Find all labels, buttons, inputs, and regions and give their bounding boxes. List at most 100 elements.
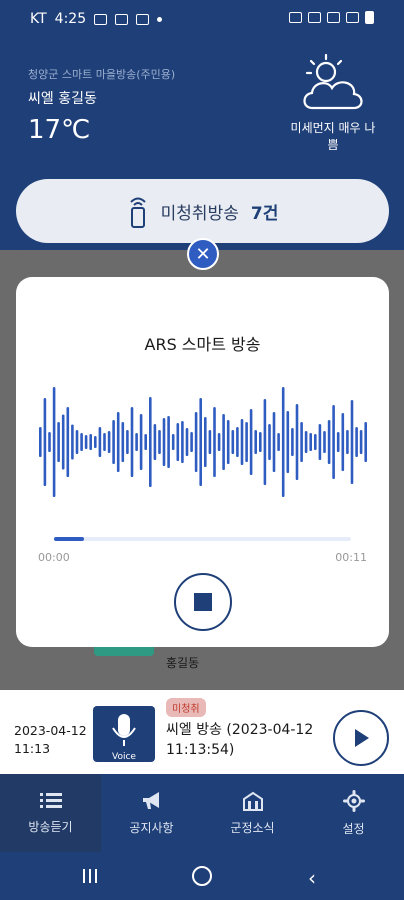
waveform-bar xyxy=(190,432,193,452)
waveform-bar xyxy=(162,418,166,466)
building-icon xyxy=(242,791,263,811)
waveform-bar xyxy=(208,430,212,454)
list-item-date: 2023-04-12 xyxy=(14,723,87,738)
village-name: 청양군 스마트 마을방송(주민용) xyxy=(28,68,176,81)
user-location: 씨엘 홍길동 xyxy=(28,91,97,107)
waveform-bar xyxy=(130,407,134,477)
unheard-broadcasts-button[interactable]: 미청취방송 7건 xyxy=(16,179,389,243)
recent-apps-icon[interactable] xyxy=(80,866,100,886)
list-item-title: 씨엘 방송 (2023-04-12 11:13:54) xyxy=(166,722,314,758)
stop-button[interactable] xyxy=(174,573,232,631)
waveform-bar xyxy=(245,422,248,462)
waveform-bar xyxy=(222,414,225,470)
waveform-bar xyxy=(291,428,294,456)
signal-icon xyxy=(136,13,150,25)
waveform-bar xyxy=(181,421,184,463)
waveform-bar xyxy=(213,407,216,477)
waveform-bar xyxy=(355,427,358,457)
waveform-bar xyxy=(332,405,335,479)
waveform-bar xyxy=(254,430,257,454)
nav-label: 공지사항 xyxy=(129,820,174,835)
waveform-bar xyxy=(139,414,143,470)
waveform-bar xyxy=(176,423,180,461)
waveform-bar xyxy=(149,397,152,487)
waveform-bar xyxy=(167,416,170,468)
unheard-label: 미청취방송 xyxy=(160,203,239,224)
list-item[interactable]: 2023-04-12 11:13 Voice 미청취 씨엘 방송 (2023-0… xyxy=(0,690,404,774)
home-icon[interactable] xyxy=(192,866,212,886)
nav-label: 방송듣기 xyxy=(28,819,73,834)
waveform-bar xyxy=(126,430,129,454)
signal-bars-icon xyxy=(346,12,359,23)
waveform-bar xyxy=(98,427,102,457)
waveform-bar xyxy=(66,407,70,477)
audio-waveform xyxy=(39,387,367,497)
unheard-count: 7건 xyxy=(250,203,279,224)
nav-item-broadcast[interactable]: 방송듣기 xyxy=(0,774,101,852)
waveform-bar xyxy=(89,434,92,450)
thumbnail-label: Voice xyxy=(112,752,136,762)
waveform-bar xyxy=(346,430,349,454)
waveform-bar xyxy=(350,400,354,484)
waveform-bar xyxy=(277,433,280,451)
waveform-bar xyxy=(217,433,221,451)
gear-icon xyxy=(342,789,365,812)
waveform-bar xyxy=(323,431,326,453)
waveform-bar xyxy=(52,387,56,497)
waveform-bar xyxy=(336,432,340,452)
nav-label: 설정 xyxy=(342,821,365,836)
waveform-bar xyxy=(158,430,161,454)
waveform-bar xyxy=(314,434,317,450)
waveform-bar xyxy=(94,436,97,448)
total-time: 00:11 xyxy=(335,551,367,564)
nav-label: 군정소식 xyxy=(230,820,275,835)
back-icon[interactable]: ‹ xyxy=(308,866,316,890)
play-icon xyxy=(355,729,369,747)
temperature: 17℃ xyxy=(28,115,91,145)
waveform-bar xyxy=(231,430,235,454)
waveform-bar xyxy=(71,424,74,460)
waveform-bar xyxy=(116,412,120,472)
message-icon xyxy=(115,13,129,25)
waveform-bar xyxy=(194,412,198,472)
waveform-bar xyxy=(84,435,88,449)
nav-item-settings[interactable]: 설정 xyxy=(303,774,404,852)
clock: 4:25 xyxy=(54,11,87,27)
waveform-bar xyxy=(39,427,42,457)
bottom-nav: 방송듣기 공지사항 군정소식 설정 xyxy=(0,774,404,852)
modal-title: ARS 스마트 방송 xyxy=(144,335,261,354)
microphone-icon xyxy=(112,714,136,746)
gallery-icon xyxy=(94,13,108,25)
progress-track[interactable] xyxy=(54,537,351,541)
play-button[interactable] xyxy=(333,710,389,766)
close-button[interactable]: ✕ xyxy=(187,238,219,270)
list-icon xyxy=(39,792,62,808)
waveform-bar xyxy=(48,432,51,452)
nav-item-notices[interactable]: 공지사항 xyxy=(101,774,202,852)
sun-cloud-icon xyxy=(303,53,363,110)
waveform-bar xyxy=(341,413,345,471)
phone-broadcast-icon xyxy=(129,197,146,228)
waveform-bar xyxy=(226,420,230,464)
voice-thumbnail: Voice xyxy=(93,706,155,762)
waveform-bar xyxy=(185,428,189,456)
current-time: 00:00 xyxy=(38,551,70,564)
waveform-bar xyxy=(309,433,312,451)
waveform-bar xyxy=(304,431,308,453)
waveform-bar xyxy=(240,419,244,465)
stop-icon xyxy=(194,593,212,611)
waveform-bar xyxy=(364,422,367,462)
waveform-bar xyxy=(268,424,271,460)
waveform-bar xyxy=(286,411,290,473)
waveform-bar xyxy=(199,398,202,486)
waveform-bar xyxy=(204,417,207,467)
waveform-bar xyxy=(259,432,262,452)
waveform-bar xyxy=(112,420,115,464)
waveform-bar xyxy=(80,433,83,451)
nav-item-county-news[interactable]: 군정소식 xyxy=(202,774,303,852)
waveform-bar xyxy=(295,404,299,480)
waveform-bar xyxy=(249,409,253,475)
waveform-bar xyxy=(121,422,125,462)
unheard-badge: 미청취 xyxy=(166,698,206,717)
waveform-bar xyxy=(318,424,322,460)
